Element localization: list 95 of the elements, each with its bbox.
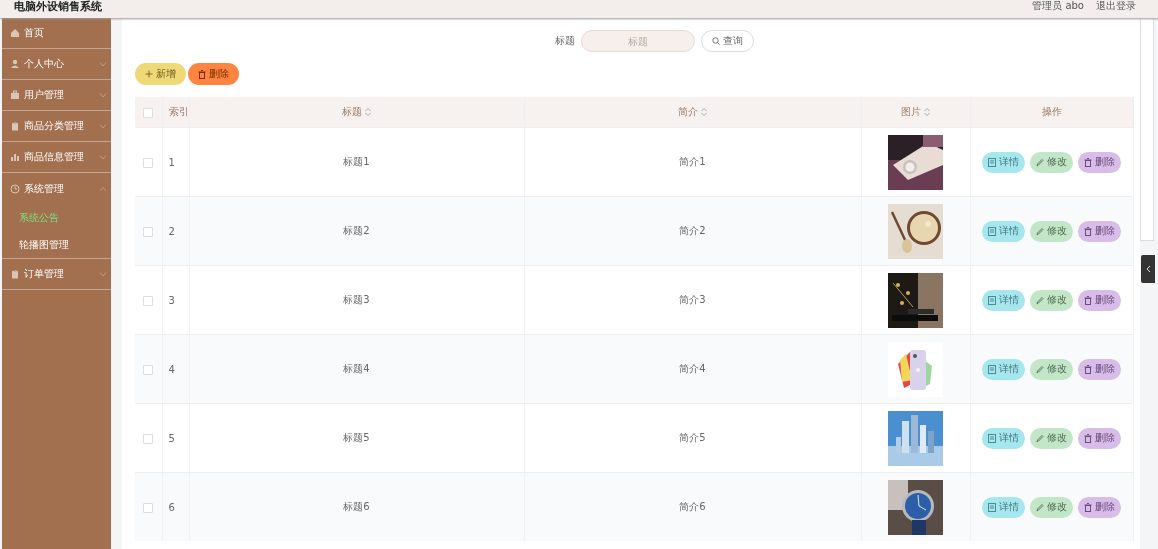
- menu-item[interactable]: 商品分类管理: [2, 111, 111, 142]
- title-cell: 标题6: [343, 501, 370, 512]
- clipboard-icon: [10, 269, 20, 279]
- menu-item[interactable]: 个人中心: [2, 49, 111, 80]
- pencil-icon: [1036, 502, 1044, 512]
- document-icon: [988, 295, 996, 305]
- trash-icon: [1084, 502, 1092, 512]
- detail-button[interactable]: 详情: [982, 496, 1025, 518]
- row-checkbox[interactable]: [143, 502, 154, 513]
- title-cell: 标题2: [343, 225, 370, 236]
- delete-button[interactable]: 删除: [188, 63, 239, 85]
- document-icon: [988, 433, 996, 443]
- detail-button[interactable]: 详情: [982, 151, 1025, 173]
- delete-button[interactable]: 删除: [1078, 151, 1121, 173]
- title-cell: 标题1: [343, 156, 370, 167]
- chevron-left-icon: [1145, 265, 1151, 273]
- trash-icon: [1084, 364, 1092, 374]
- index-cell: 3: [168, 294, 175, 306]
- row-checkbox[interactable]: [143, 364, 154, 375]
- intro-cell: 简介3: [679, 294, 706, 305]
- trash-icon: [198, 69, 206, 79]
- search-field[interactable]: 标题: [581, 30, 695, 52]
- trash-icon: [1084, 295, 1092, 305]
- column-header: 简介: [678, 105, 698, 119]
- submenu-item[interactable]: 系统公告: [2, 204, 111, 231]
- pencil-icon: [1036, 364, 1044, 374]
- row-checkbox[interactable]: [143, 295, 154, 306]
- menu-item[interactable]: 系统管理: [2, 173, 111, 204]
- clock-icon: [10, 183, 20, 194]
- user-icon: [10, 59, 20, 69]
- detail-button[interactable]: 详情: [982, 358, 1025, 380]
- pencil-icon: [1036, 157, 1044, 167]
- delete-button[interactable]: 删除: [1078, 427, 1121, 449]
- column-header: 索引: [168, 105, 189, 119]
- document-icon: [988, 364, 996, 374]
- trash-icon: [1084, 433, 1092, 443]
- index-cell: 4: [168, 363, 175, 375]
- menu-item[interactable]: 商品信息管理: [2, 142, 111, 173]
- index-cell: 1: [168, 156, 175, 168]
- intro-cell: 简介4: [679, 363, 706, 374]
- pencil-icon: [1036, 226, 1044, 236]
- row-checkbox[interactable]: [143, 226, 154, 237]
- index-cell: 6: [168, 501, 175, 513]
- edit-button[interactable]: 修改: [1030, 220, 1073, 242]
- briefcase-icon: [10, 90, 20, 100]
- edit-button[interactable]: 修改: [1030, 151, 1073, 173]
- clipboard-icon: [10, 121, 20, 131]
- document-icon: [988, 502, 996, 512]
- pencil-icon: [1036, 433, 1044, 443]
- search-label: 标题: [555, 34, 575, 48]
- column-header: 图片: [901, 105, 921, 119]
- search-icon: [712, 37, 720, 45]
- submenu-item[interactable]: 轮播图管理: [2, 231, 111, 258]
- collapse-handle[interactable]: [1141, 255, 1155, 283]
- plus-icon: [145, 70, 153, 78]
- index-cell: 2: [168, 225, 175, 237]
- logout-link[interactable]: 退出登录: [1096, 0, 1136, 13]
- edit-button[interactable]: 修改: [1030, 358, 1073, 380]
- user-label: 管理员 abo: [1032, 0, 1084, 13]
- trash-icon: [1084, 157, 1092, 167]
- menu-item[interactable]: 首页: [2, 18, 111, 49]
- document-icon: [988, 157, 996, 167]
- delete-button[interactable]: 删除: [1078, 220, 1121, 242]
- menu-item[interactable]: 订单管理: [2, 259, 111, 290]
- bar-chart-icon: [10, 152, 20, 162]
- add-button[interactable]: 新增: [135, 63, 186, 85]
- intro-cell: 简介2: [679, 225, 706, 236]
- menu-item[interactable]: 用户管理: [2, 80, 111, 111]
- intro-cell: 简介5: [679, 432, 706, 443]
- detail-button[interactable]: 详情: [982, 427, 1025, 449]
- document-icon: [988, 226, 996, 236]
- row-checkbox[interactable]: [143, 157, 154, 168]
- edit-button[interactable]: 修改: [1030, 496, 1073, 518]
- row-checkbox[interactable]: [143, 433, 154, 444]
- pencil-icon: [1036, 295, 1044, 305]
- title-cell: 标题3: [343, 294, 370, 305]
- intro-cell: 简介6: [679, 501, 706, 512]
- delete-button[interactable]: 删除: [1078, 289, 1121, 311]
- title-cell: 标题5: [343, 432, 370, 443]
- index-cell: 5: [168, 432, 175, 444]
- detail-button[interactable]: 详情: [982, 220, 1025, 242]
- edit-button[interactable]: 修改: [1030, 427, 1073, 449]
- delete-button[interactable]: 删除: [1078, 496, 1121, 518]
- edit-button[interactable]: 修改: [1030, 289, 1073, 311]
- app-title: 电脑外设销售系统: [14, 0, 103, 14]
- select-all-checkbox[interactable]: [143, 107, 154, 118]
- column-header: 标题: [342, 105, 362, 119]
- title-cell: 标题4: [343, 363, 370, 374]
- delete-button[interactable]: 删除: [1078, 358, 1121, 380]
- intro-cell: 简介1: [679, 156, 706, 167]
- column-header: 操作: [1041, 105, 1062, 119]
- trash-icon: [1084, 226, 1092, 236]
- home-icon: [10, 28, 20, 38]
- detail-button[interactable]: 详情: [982, 289, 1025, 311]
- search-button[interactable]: 查询: [701, 30, 754, 52]
